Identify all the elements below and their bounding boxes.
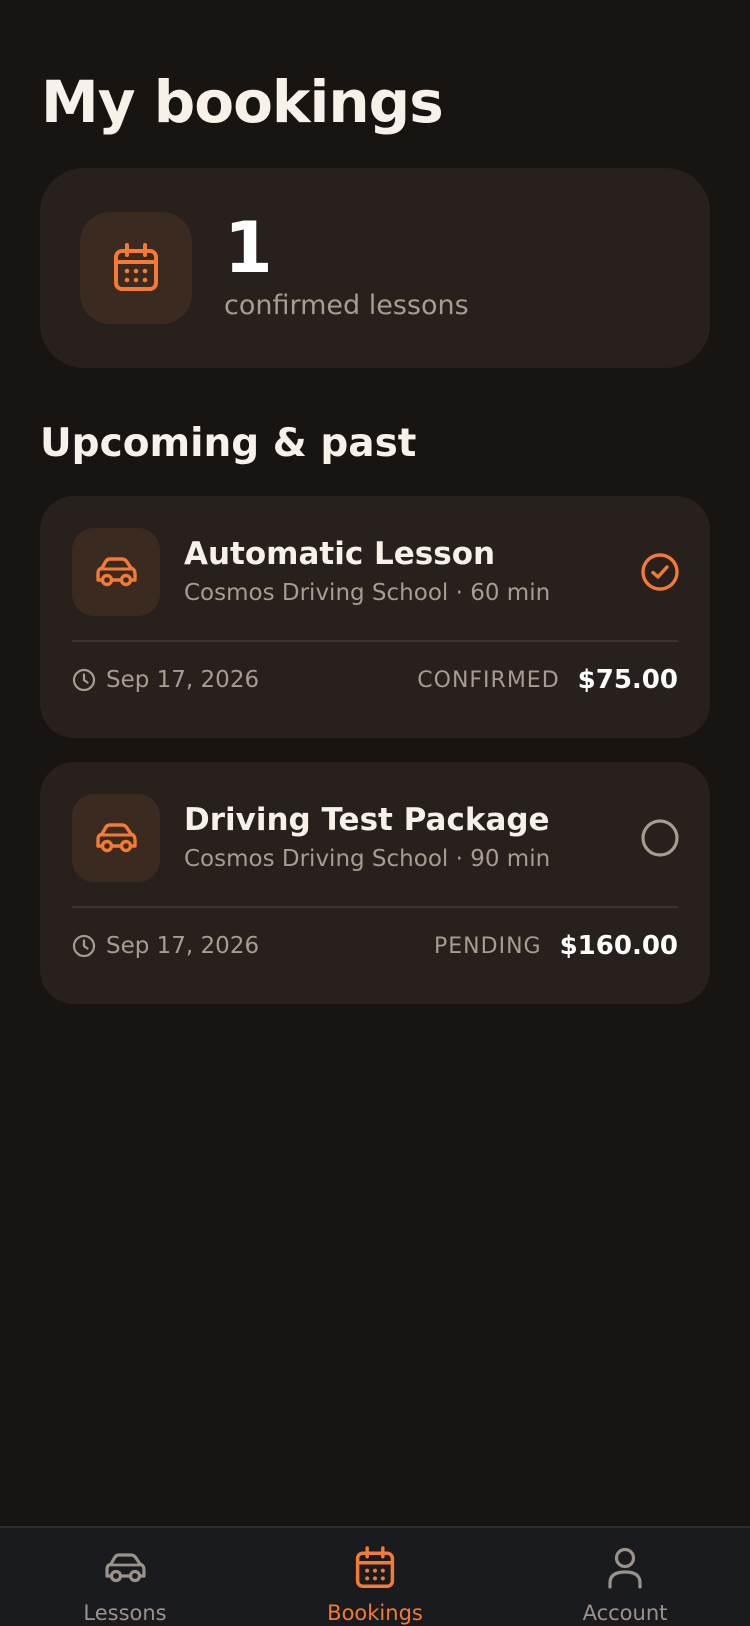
booking-date: Sep 17, 2026 (72, 928, 259, 964)
car-icon (101, 1544, 149, 1592)
divider (72, 640, 678, 642)
page-title: My bookings (41, 68, 444, 136)
divider (72, 906, 678, 908)
booking-subtitle: Cosmos Driving School · 60 min (184, 580, 551, 606)
confirmed-lessons-summary-card: 1 confirmed lessons (40, 168, 710, 368)
car-icon (72, 528, 160, 616)
booking-status-price: PENDING $160.00 (434, 926, 678, 966)
tab-label: Account (582, 1601, 668, 1625)
booking-subtitle: Cosmos Driving School · 90 min (184, 846, 551, 872)
booking-price: $160.00 (559, 931, 678, 961)
clock-icon (72, 668, 96, 692)
tab-label: Lessons (83, 1601, 167, 1625)
booking-date: Sep 17, 2026 (72, 662, 259, 698)
confirmed-lessons-label: confirmed lessons (224, 290, 469, 321)
booking-card[interactable]: Automatic Lesson Cosmos Driving School ·… (40, 496, 710, 738)
user-icon (601, 1544, 649, 1592)
calendar-icon (351, 1544, 399, 1592)
status-badge: CONFIRMED (417, 667, 560, 693)
booking-date-text: Sep 17, 2026 (106, 933, 260, 959)
car-icon (72, 794, 160, 882)
booking-date-text: Sep 17, 2026 (106, 667, 260, 693)
booking-title: Automatic Lesson (184, 536, 496, 572)
section-title: Upcoming & past (40, 421, 417, 466)
booking-price: $75.00 (577, 665, 678, 695)
tab-bookings[interactable]: Bookings (250, 1528, 500, 1626)
status-badge: PENDING (434, 933, 542, 959)
calendar-icon (80, 212, 192, 324)
tab-lessons[interactable]: Lessons (0, 1528, 250, 1626)
check-circle-icon (640, 552, 680, 592)
booking-title: Driving Test Package (184, 802, 550, 838)
confirmed-lessons-count: 1 (224, 207, 273, 289)
clock-icon (72, 934, 96, 958)
tab-label: Bookings (327, 1601, 423, 1625)
booking-card[interactable]: Driving Test Package Cosmos Driving Scho… (40, 762, 710, 1004)
empty-circle-icon (640, 818, 680, 858)
bottom-tab-bar: Lessons Bookings Account (0, 1526, 750, 1626)
tab-account[interactable]: Account (500, 1528, 750, 1626)
booking-status-price: CONFIRMED $75.00 (417, 660, 678, 700)
